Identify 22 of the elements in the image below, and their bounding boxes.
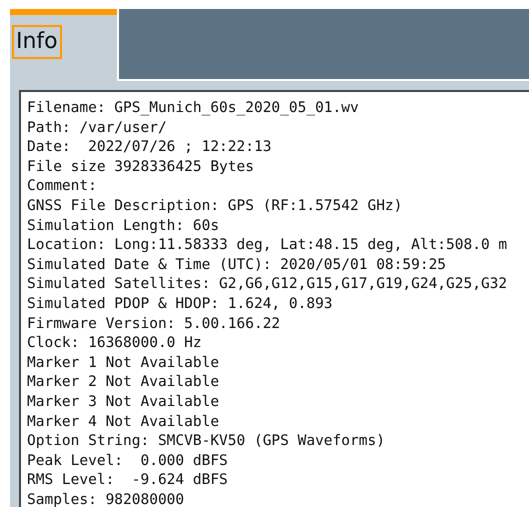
info-line: File size 3928336425 Bytes (27, 158, 255, 177)
info-line: Clock: 16368000.0 Hz (27, 334, 203, 354)
info-line: Filename: GPS_Munich_60s_2020_05_01.wv (27, 99, 360, 118)
info-line: Simulation Length: 60s (27, 216, 220, 236)
info-line: Marker 3 Not Available (27, 392, 220, 412)
info-line: RMS Level: -9.624 dBFS (27, 471, 229, 490)
info-line: Location: Long:11.58333 deg, Lat:48.15 deg, Alt:508.0 m (27, 236, 508, 256)
info-line: Path: /var/user/ (27, 118, 168, 138)
info-line: Option String: SMCVB-KV50 (GPS Waveforms) (27, 432, 386, 452)
info-line: Peak Level: 0.000 dBFS (27, 452, 229, 471)
info-line: Simulated Date & Time (UTC): 2020/05/01 08:59:25 (27, 256, 448, 275)
info-line: GNSS File Description: GPS (RF:1.57542 GHz) (27, 196, 404, 216)
info-line: Comment: (27, 177, 98, 196)
info-line: Samples: 982080000 (27, 490, 186, 507)
info-line: Date: 2022/07/26 ; 12:22:13 (27, 138, 272, 158)
info-tab[interactable]: Info (12, 25, 62, 59)
info-line: Simulated Satellites: G2,G6,G12,G15,G17,G19,G24,G25,G32 (27, 275, 508, 294)
info-line: Firmware Version: 5.00.166.22 (27, 314, 282, 334)
info-line: Marker 2 Not Available (27, 373, 220, 392)
info-line: Simulated PDOP & HDOP: 1.624, 0.893 (27, 294, 334, 314)
info-line: Marker 4 Not Available (27, 412, 220, 432)
info-line: Marker 1 Not Available (27, 354, 220, 373)
